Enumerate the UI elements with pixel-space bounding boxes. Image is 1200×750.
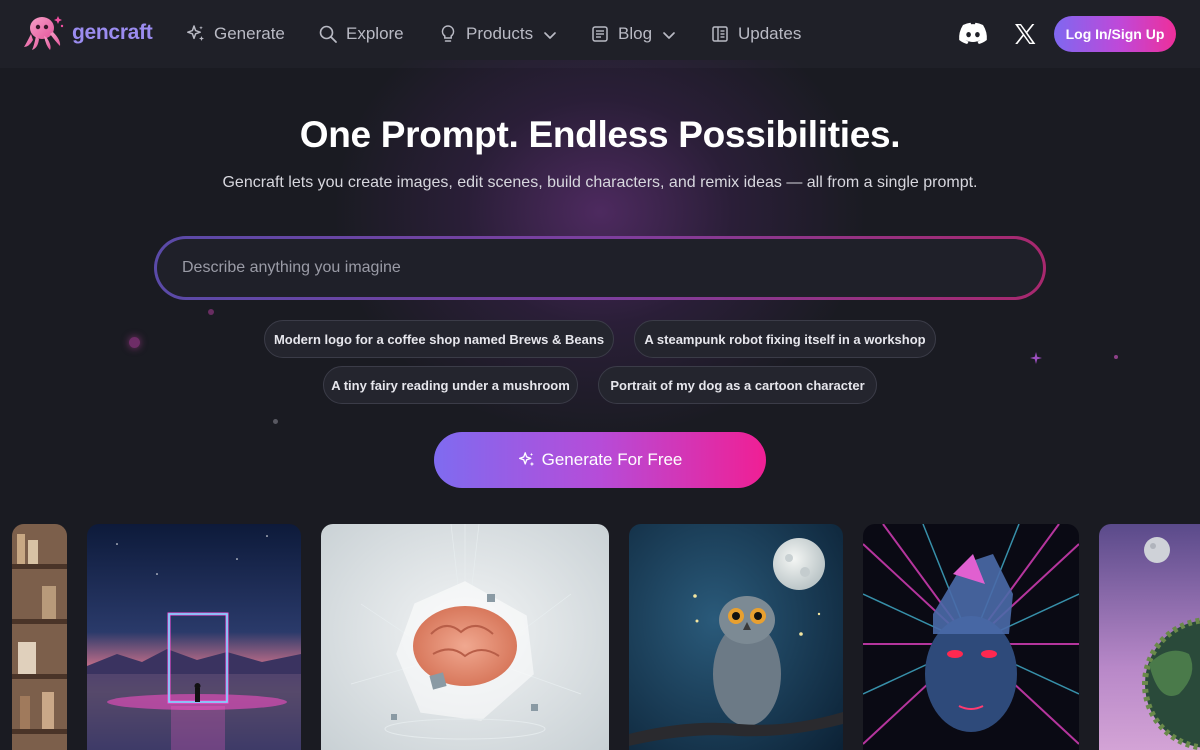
chevron-down-icon [543,27,557,41]
star-sparkle-icon [1030,352,1042,364]
prompt-box [154,236,1046,300]
nav-generate[interactable]: Generate [186,22,285,46]
cyberpunk-face-image [863,524,1079,750]
nav-generate-label: Generate [214,24,285,43]
lightbulb-icon [438,24,458,44]
nav-explore[interactable]: Explore [318,22,404,46]
owl-moon-image [629,524,843,750]
generate-for-free-label: Generate For Free [541,450,683,469]
gallery-card-bookshelf[interactable] [12,524,67,750]
gallery-card-owl-moon[interactable] [629,524,843,750]
planet-image [1099,524,1200,750]
brand-name: gencraft [72,21,153,44]
suggestion-chip[interactable]: A steampunk robot fixing itself in a wor… [634,320,936,358]
discord-icon[interactable] [958,20,988,48]
sparkle-dot [208,309,214,315]
updates-icon [710,24,730,44]
suggestion-chip[interactable]: A tiny fairy reading under a mushroom [323,366,578,404]
nav-products-label: Products [466,24,534,43]
crystal-brain-image [321,524,609,750]
gallery-card-planet[interactable] [1099,524,1200,750]
sparkle-dot [1114,355,1118,359]
suggestion-chip[interactable]: Modern logo for a coffee shop named Brew… [264,320,614,358]
nav-products[interactable]: Products [438,22,557,46]
brand-logo[interactable]: gencraft [22,14,153,52]
sparkles-icon [518,451,536,469]
hero-subtitle: Gencraft lets you create images, edit sc… [222,174,978,191]
gallery-card-cyberpunk-face[interactable] [863,524,1079,750]
suggestion-chip[interactable]: Portrait of my dog as a cartoon characte… [598,366,877,404]
top-nav: gencraft Generate Explore Products Blog [0,0,1200,68]
chevron-down-icon [662,27,676,41]
search-icon [318,24,338,44]
neon-portal-image [87,524,301,750]
generate-for-free-button[interactable]: Generate For Free [434,432,766,488]
nav-blog-label: Blog [618,24,653,43]
octopus-logo-icon [24,16,64,50]
prompt-input[interactable] [157,239,1043,297]
nav-explore-label: Explore [346,24,404,43]
x-icon[interactable] [1010,20,1040,48]
sparkle-dot [129,337,140,348]
nav-updates-label: Updates [738,24,802,43]
gallery-card-crystal-brain[interactable] [321,524,609,750]
login-signup-button[interactable]: Log In/Sign Up [1054,16,1176,52]
bookshelf-image [12,524,67,750]
blog-icon [590,24,610,44]
nav-blog[interactable]: Blog [590,22,676,46]
hero-title: One Prompt. Endless Possibilities. [299,114,901,155]
sparkle-dot [273,419,278,424]
sparkles-icon [186,24,206,44]
gallery-card-neon-portal[interactable] [87,524,301,750]
nav-updates[interactable]: Updates [710,22,801,46]
